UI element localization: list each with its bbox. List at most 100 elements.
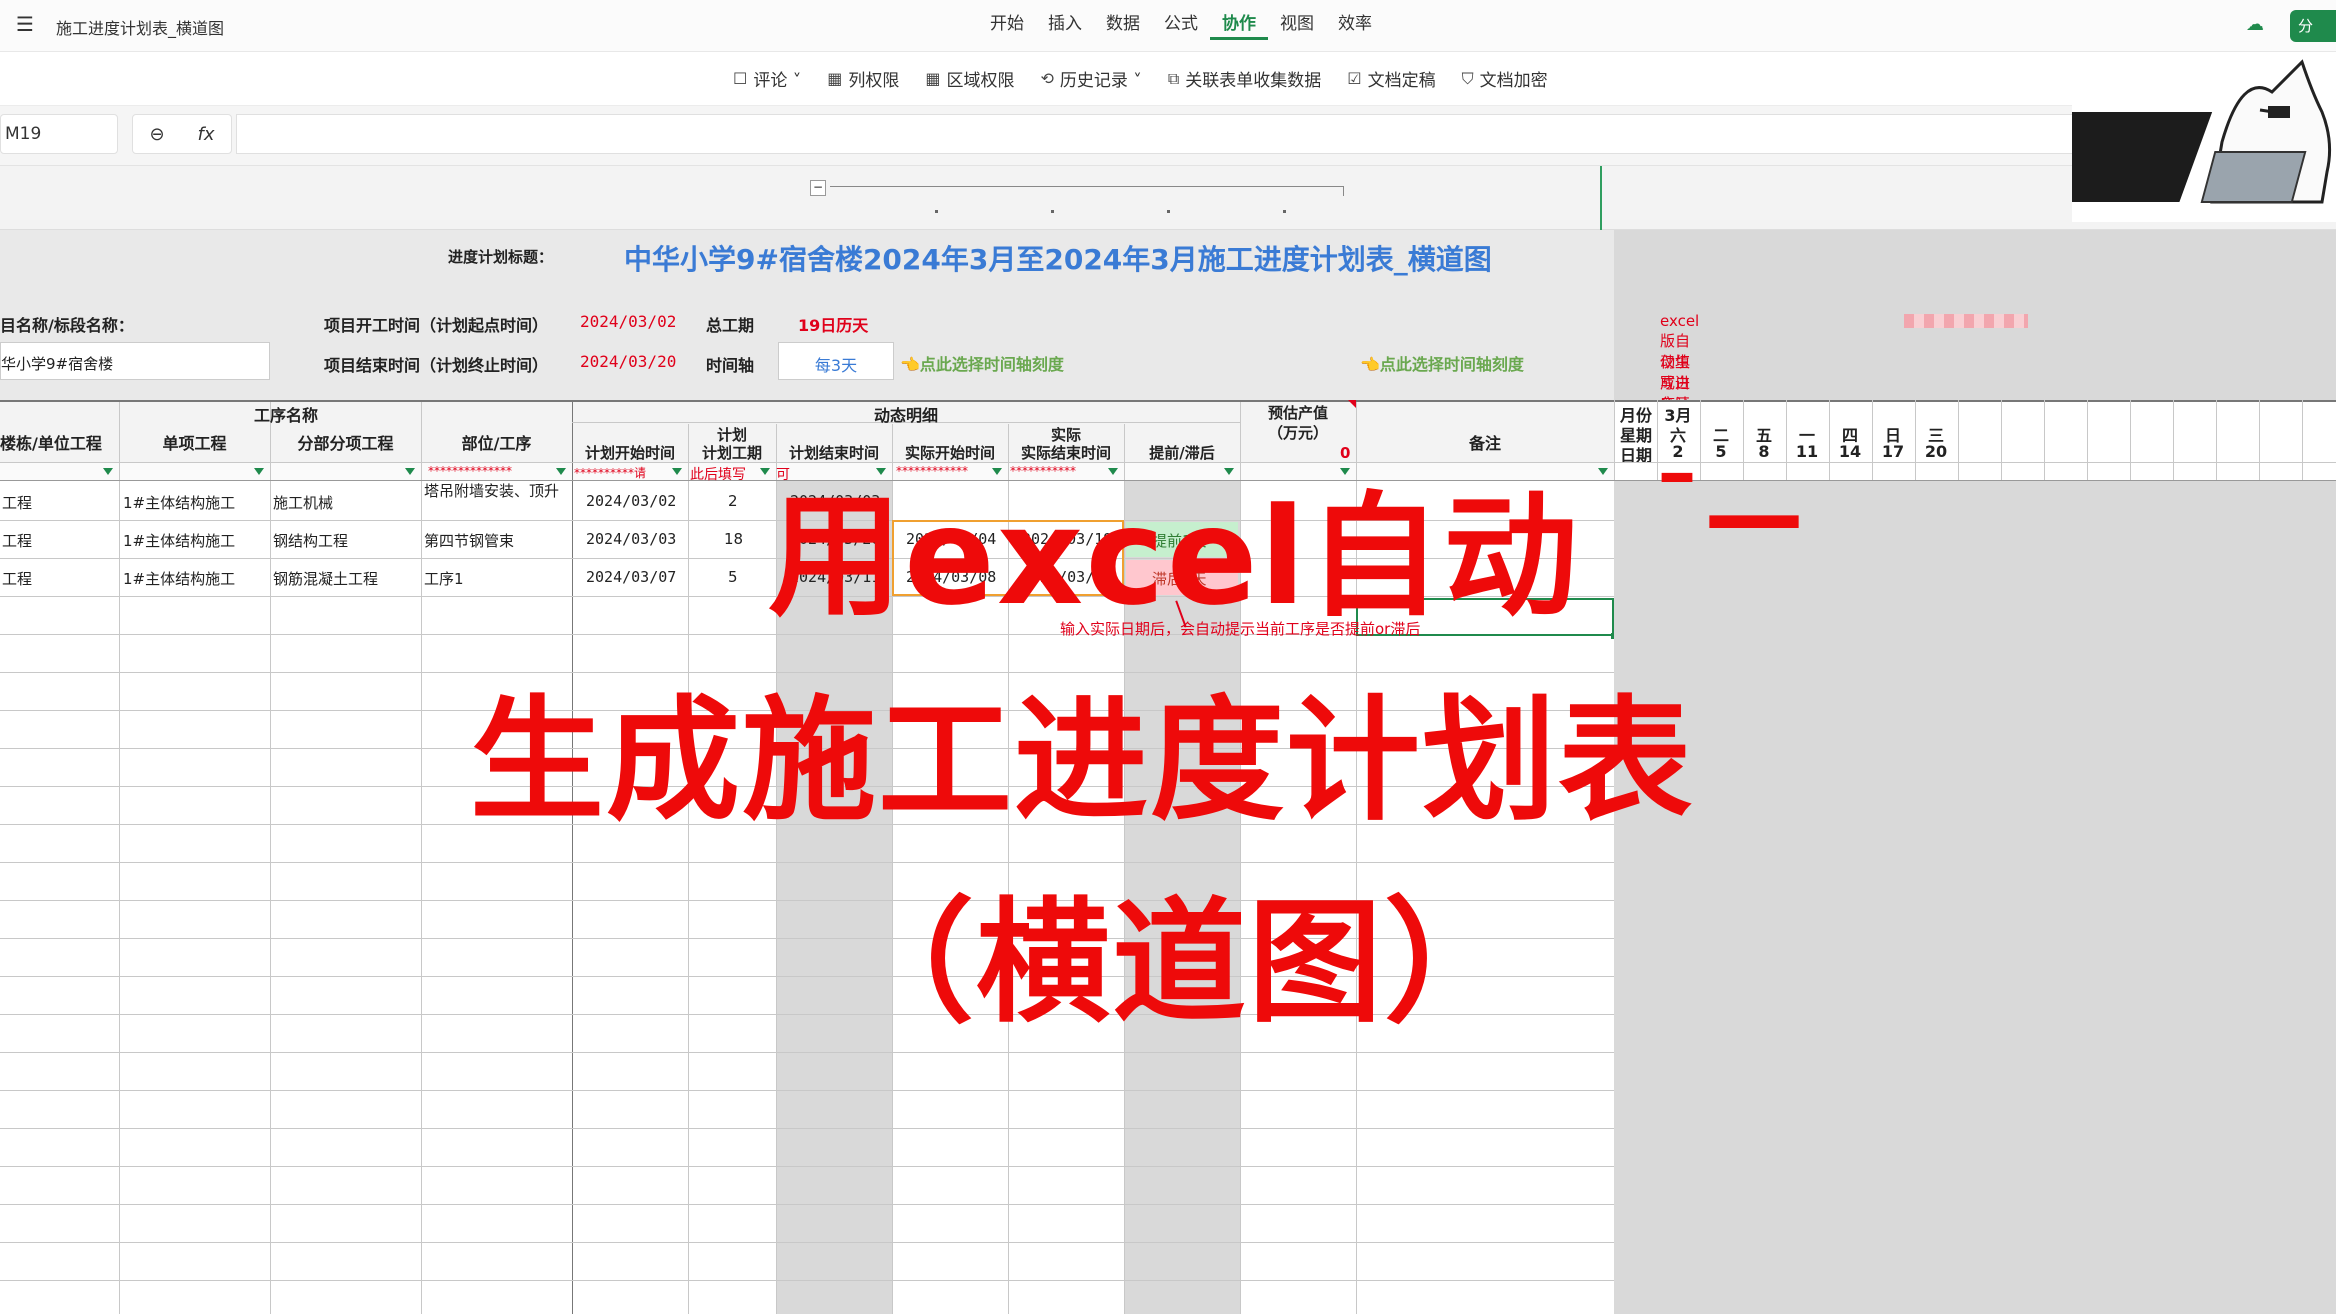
area-permission-label: 区域权限 xyxy=(946,71,1015,91)
grid-vline xyxy=(572,400,573,1314)
header-plan-duration: 计划工期 xyxy=(701,444,762,462)
header-part-process: 部位/工序 xyxy=(461,434,532,453)
cell-plan-duration[interactable]: 5 xyxy=(728,568,738,586)
cell-building[interactable]: 工程 xyxy=(2,492,32,513)
fx-icon[interactable]: fx xyxy=(198,124,215,145)
menu-item-insert[interactable]: 插入 xyxy=(1036,12,1094,40)
end-time-label: 项目结束时间（计划终止时间） xyxy=(324,356,549,375)
encrypt-icon: ⛉ xyxy=(1461,68,1474,88)
share-button[interactable]: 分 xyxy=(2290,10,2336,42)
outline-dot xyxy=(935,210,938,213)
cell-building[interactable]: 工程 xyxy=(2,568,32,589)
filter-hint-plan-duration: 此后填写 xyxy=(690,467,746,483)
cell-plan-duration[interactable]: 18 xyxy=(724,530,743,548)
start-time-value[interactable]: 2024/03/02 xyxy=(580,312,676,331)
time-axis-value: 每3天 xyxy=(814,356,858,375)
column-permission-icon: ▦ xyxy=(827,69,843,88)
project-name-field[interactable]: 华小学9#宿舍楼 xyxy=(0,342,270,380)
menu-item-view[interactable]: 视图 xyxy=(1268,12,1326,40)
plan-title-label: 进度计划标题： xyxy=(448,248,554,266)
cell-plan-duration[interactable]: 2 xyxy=(728,492,738,510)
formula-input[interactable] xyxy=(236,114,2336,154)
finalize-icon: ☑ xyxy=(1347,69,1362,88)
cell-single-project[interactable]: 1#主体结构施工 xyxy=(123,530,235,551)
collapse-group-button[interactable]: − xyxy=(810,180,826,196)
header-sub-project: 分部分项工程 xyxy=(297,434,394,453)
header-output-line2: （万元） xyxy=(1267,424,1328,442)
link-form-label: 关联表单收集数据 xyxy=(1185,71,1322,91)
grid-vline xyxy=(270,400,271,1314)
group-header-dynamic: 动态明细 xyxy=(873,406,938,425)
column-permission-label: 列权限 xyxy=(848,71,900,91)
cell-part-process[interactable]: 第四节钢管束 xyxy=(424,530,514,551)
filter-dropdown-icon[interactable] xyxy=(1598,468,1608,475)
blurred-watermark xyxy=(1904,314,2028,328)
comment-icon: ☐ xyxy=(733,69,748,88)
grid-hline xyxy=(0,1166,1614,1167)
outline-dot xyxy=(1167,210,1170,213)
cell-sub-project[interactable]: 施工机械 xyxy=(273,492,333,513)
cell-single-project[interactable]: 1#主体结构施工 xyxy=(123,492,235,513)
document-title: 施工进度计划表_横道图 xyxy=(56,19,225,38)
outline-group-bar: − xyxy=(0,166,2336,230)
filter-dropdown-icon[interactable] xyxy=(254,468,264,475)
menu-item-start[interactable]: 开始 xyxy=(978,12,1036,40)
menu-bar: ☰ 施工进度计划表_横道图 开始 插入 数据 公式 协作 视图 效率 ☁ 分 xyxy=(0,0,2336,52)
cell-plan-start[interactable]: 2024/03/02 xyxy=(586,492,676,510)
comment-marker xyxy=(1348,400,1356,408)
hamburger-menu-icon[interactable]: ☰ xyxy=(16,12,34,36)
menu-item-collaborate[interactable]: 协作 xyxy=(1210,12,1268,40)
cloud-sync-icon[interactable]: ☁ xyxy=(2246,14,2264,35)
link-form-icon: ⧉ xyxy=(1167,68,1180,88)
header-building: 楼栋/单位工程 xyxy=(0,434,102,453)
finalize-button[interactable]: ☑ 文档定稿 xyxy=(1347,66,1435,91)
name-box[interactable]: M19 xyxy=(0,114,118,154)
group-bracket xyxy=(830,186,1344,196)
filter-dropdown-icon[interactable] xyxy=(103,468,113,475)
column-permission-button[interactable]: ▦ 列权限 xyxy=(827,66,899,91)
end-time-value[interactable]: 2024/03/20 xyxy=(580,352,676,371)
menu-item-formula[interactable]: 公式 xyxy=(1152,12,1210,40)
spreadsheet[interactable]: 进度计划标题： 中华小学9#宿舍楼2024年3月至2024年3月施工进度计划表_… xyxy=(0,230,2336,1314)
overlay-line-2: 生成施工进度计划表 xyxy=(470,683,1695,839)
comment-button[interactable]: ☐ 评论 ˅ xyxy=(733,66,801,91)
grid-vline xyxy=(421,400,422,1314)
cell-plan-start[interactable]: 2024/03/03 xyxy=(586,530,676,548)
overlay-line-3: （横道图） xyxy=(840,885,1521,1041)
filter-hint-part: ************** xyxy=(428,464,512,478)
history-button[interactable]: ⟲ 历史记录 ˅ xyxy=(1041,66,1142,91)
menu-item-data[interactable]: 数据 xyxy=(1094,12,1152,40)
filter-dropdown-icon[interactable] xyxy=(556,468,566,475)
cell-sub-project[interactable]: 钢结构工程 xyxy=(273,530,348,551)
time-axis-select[interactable]: 每3天 xyxy=(778,342,894,380)
cell-sub-project[interactable]: 钢筋混凝土工程 xyxy=(273,568,378,589)
main-menu: 开始 插入 数据 公式 协作 视图 效率 xyxy=(978,12,1384,40)
area-permission-button[interactable]: ▦ 区域权限 xyxy=(925,66,1014,91)
plan-title[interactable]: 中华小学9#宿舍楼2024年3月至2024年3月施工进度计划表_横道图 xyxy=(624,238,1492,278)
filter-dropdown-icon[interactable] xyxy=(405,468,415,475)
group-header-process: 工序名称 xyxy=(253,406,318,425)
comment-label: 评论 ˅ xyxy=(753,71,802,91)
outline-dot xyxy=(1051,210,1054,213)
project-name-value: 华小学9#宿舍楼 xyxy=(1,355,114,373)
start-time-label: 项目开工时间（计划起点时间） xyxy=(324,316,549,335)
total-duration-label: 总工期 xyxy=(706,316,755,335)
menu-item-efficiency[interactable]: 效率 xyxy=(1326,12,1384,40)
filter-hint-plan-start: **********请 xyxy=(574,466,647,480)
grid-hline xyxy=(0,1052,1614,1053)
cell-part-process[interactable]: 塔吊附墙安装、顶升 xyxy=(424,482,568,501)
encrypt-button[interactable]: ⛉ 文档加密 xyxy=(1461,66,1548,92)
link-form-button[interactable]: ⧉ 关联表单收集数据 xyxy=(1167,66,1322,92)
cat-sticker-image xyxy=(2072,52,2336,222)
project-name-label: 目名称/标段名称： xyxy=(0,316,134,335)
encrypt-label: 文档加密 xyxy=(1479,71,1548,91)
cell-building[interactable]: 工程 xyxy=(2,530,32,551)
cell-plan-start[interactable]: 2024/03/07 xyxy=(586,568,676,586)
header-single-project: 单项工程 xyxy=(162,434,227,453)
formula-buttons: ⊖ fx xyxy=(132,114,232,154)
zoom-icon[interactable]: ⊖ xyxy=(149,124,164,145)
cell-part-process[interactable]: 工序1 xyxy=(424,568,464,589)
info-section: 进度计划标题： 中华小学9#宿舍楼2024年3月至2024年3月施工进度计划表_… xyxy=(0,230,2336,623)
cell-single-project[interactable]: 1#主体结构施工 xyxy=(123,568,235,589)
filter-dropdown-icon[interactable] xyxy=(672,468,682,475)
